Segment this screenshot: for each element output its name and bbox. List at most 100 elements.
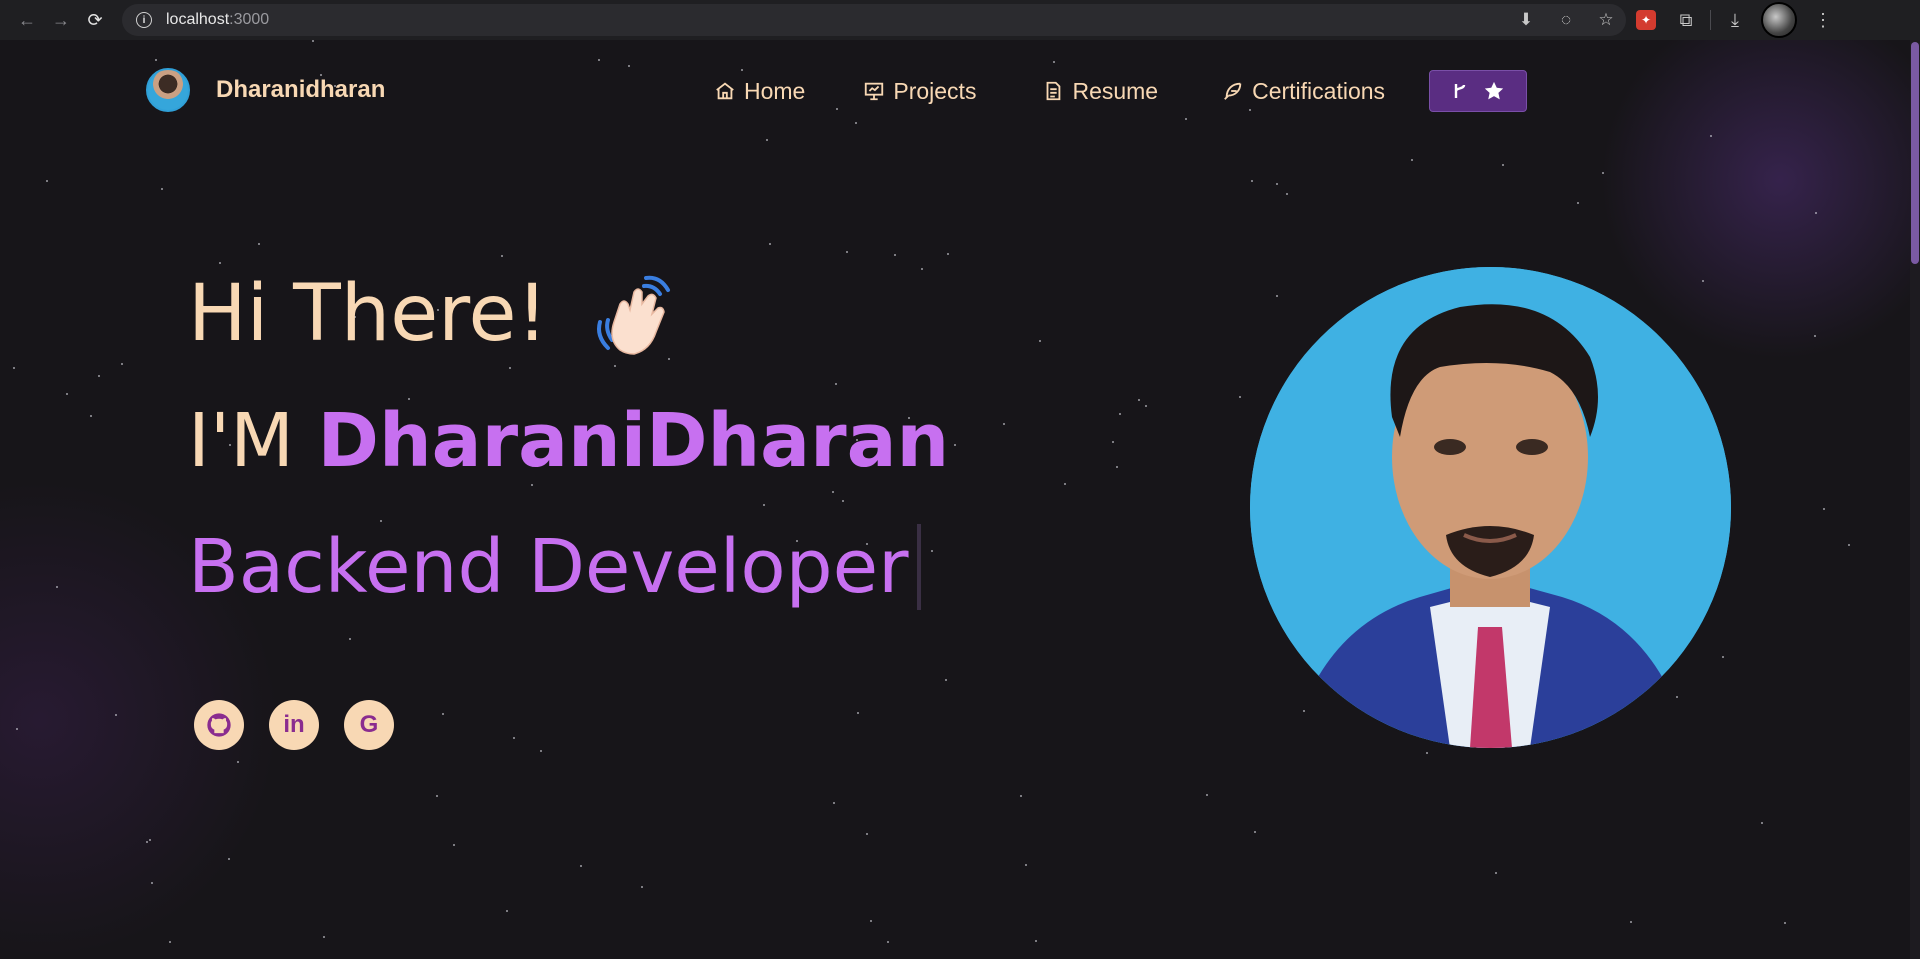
- intro-name: DharaniDharan: [317, 398, 950, 484]
- back-button[interactable]: ←: [10, 3, 44, 37]
- star-dot: [580, 865, 582, 867]
- star-dot: [1185, 118, 1187, 120]
- star-dot: [769, 243, 771, 245]
- star-dot: [121, 363, 123, 365]
- star-dot: [1064, 483, 1066, 485]
- star-dot: [258, 243, 260, 245]
- star-dot: [1702, 280, 1704, 282]
- google-link[interactable]: G: [344, 700, 394, 750]
- address-bar[interactable]: i localhost:3000 ⬇ ◌ ☆: [122, 4, 1626, 36]
- bookmark-star-icon[interactable]: ☆: [1586, 10, 1626, 30]
- star-dot: [954, 444, 956, 446]
- site-info-icon[interactable]: i: [136, 12, 152, 28]
- page-scrollbar[interactable]: [1910, 40, 1920, 959]
- home-icon: [716, 82, 734, 100]
- nav-label-projects: Projects: [893, 77, 977, 104]
- main-nav: Home Projects Resume Certifications: [714, 70, 1528, 112]
- background-glow: [1600, 40, 1920, 360]
- menu-kebab-icon[interactable]: ⋮: [1803, 3, 1843, 37]
- greeting-heading: Hi There!: [188, 270, 949, 358]
- star-dot: [149, 839, 151, 841]
- star-dot: [628, 65, 630, 67]
- star-dot: [237, 761, 239, 763]
- reload-button[interactable]: ⟳: [78, 3, 112, 37]
- star-dot: [146, 841, 148, 843]
- profile-avatar[interactable]: [1761, 2, 1797, 38]
- nav-item-home[interactable]: Home: [714, 78, 805, 105]
- star-dot: [513, 737, 515, 739]
- github-link[interactable]: [194, 700, 244, 750]
- star-dot: [894, 254, 896, 256]
- star-dot: [641, 886, 643, 888]
- star-dot: [1426, 752, 1428, 754]
- linkedin-link[interactable]: in: [269, 700, 319, 750]
- star-dot: [219, 262, 221, 264]
- star-dot: [13, 367, 15, 369]
- linkedin-icon: in: [283, 711, 305, 738]
- star-dot: [1495, 872, 1497, 874]
- downloads-icon[interactable]: ⤓: [1715, 3, 1755, 37]
- github-icon: [207, 713, 231, 737]
- star-dot: [1502, 164, 1504, 166]
- star-dot: [312, 40, 314, 42]
- github-star-button[interactable]: [1429, 70, 1528, 112]
- presentation-icon: [865, 82, 884, 101]
- star-dot: [1815, 212, 1817, 214]
- star-dot: [98, 375, 100, 377]
- star-dot: [846, 251, 848, 253]
- star-dot: [1138, 399, 1140, 401]
- social-links: in G: [194, 700, 394, 750]
- star-dot: [501, 255, 503, 257]
- star-dot: [453, 844, 455, 846]
- star-dot: [1020, 795, 1022, 797]
- star-icon: [1484, 81, 1504, 100]
- nav-label-resume: Resume: [1072, 77, 1159, 104]
- star-dot: [1116, 466, 1118, 468]
- star-dot: [436, 795, 438, 797]
- star-dot: [1053, 61, 1055, 63]
- star-dot: [1286, 193, 1288, 195]
- brand-name: Dharanidharan: [216, 76, 386, 103]
- star-dot: [506, 910, 508, 912]
- brand-avatar: [146, 68, 190, 112]
- nav-label-certifications: Certifications: [1252, 77, 1386, 104]
- scrollbar-thumb[interactable]: [1911, 42, 1919, 264]
- star-dot: [945, 679, 947, 681]
- star-dot: [161, 188, 163, 190]
- nav-item-resume[interactable]: Resume: [1042, 78, 1158, 105]
- install-app-icon[interactable]: ⬇: [1506, 10, 1546, 30]
- extension-icon[interactable]: ✦: [1626, 3, 1666, 37]
- brand[interactable]: Dharanidharan: [146, 68, 385, 112]
- star-dot: [1303, 710, 1305, 712]
- nav-item-certifications[interactable]: Certifications: [1222, 78, 1385, 105]
- star-dot: [1710, 135, 1712, 137]
- star-dot: [1239, 396, 1241, 398]
- profile-photo-image: [1250, 267, 1731, 748]
- star-dot: [1761, 822, 1763, 824]
- star-dot: [1254, 831, 1256, 833]
- star-dot: [1035, 940, 1037, 942]
- star-dot: [1039, 340, 1041, 342]
- url-port: :3000: [229, 11, 270, 28]
- star-dot: [1003, 423, 1005, 425]
- star-dot: [1823, 508, 1825, 510]
- star-dot: [1722, 656, 1724, 658]
- toolbar-divider: [1710, 10, 1711, 30]
- forward-button[interactable]: →: [44, 3, 78, 37]
- star-dot: [833, 802, 835, 804]
- star-dot: [1025, 864, 1027, 866]
- greeting-text: Hi There!: [188, 269, 548, 359]
- profile-photo: [1250, 267, 1731, 748]
- star-dot: [16, 728, 18, 730]
- star-dot: [1276, 295, 1278, 297]
- star-dot: [887, 941, 889, 943]
- star-dot: [46, 180, 48, 182]
- star-dot: [1814, 335, 1816, 337]
- nav-item-projects[interactable]: Projects: [863, 78, 976, 105]
- star-dot: [1602, 172, 1604, 174]
- extensions-puzzle-icon[interactable]: ⧉: [1666, 3, 1706, 37]
- eye-off-icon[interactable]: ◌: [1546, 10, 1586, 30]
- star-dot: [155, 59, 157, 61]
- star-dot: [855, 122, 857, 124]
- browser-toolbar: ← → ⟳ i localhost:3000 ⬇ ◌ ☆ ✦ ⧉ ⤓ ⋮: [0, 0, 1920, 40]
